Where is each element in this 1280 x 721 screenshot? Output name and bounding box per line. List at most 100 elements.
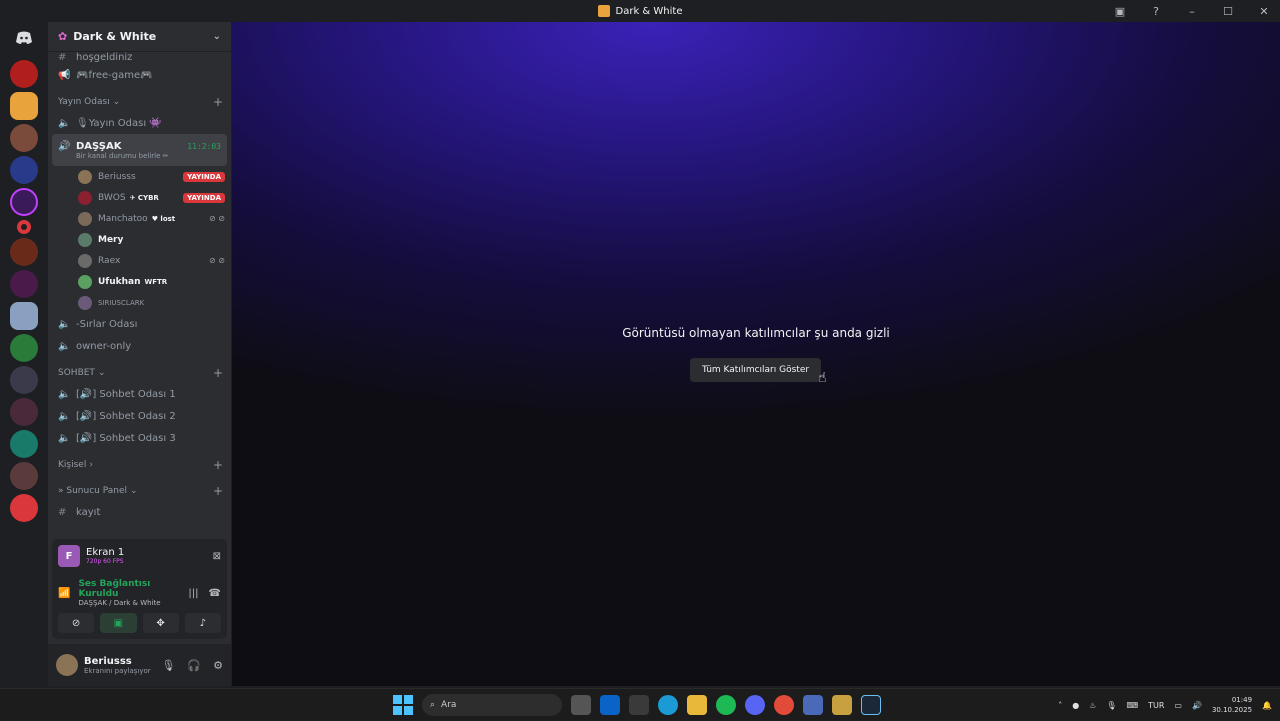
voice-channel-sohbet-2[interactable]: 🔈 [🔊] Sohbet Odası 2 <box>48 405 231 427</box>
task-view-icon[interactable] <box>571 695 591 715</box>
chevron-up-icon[interactable]: ˄ <box>1058 701 1062 710</box>
server-icon[interactable] <box>10 302 38 330</box>
file-explorer-icon[interactable] <box>687 695 707 715</box>
show-all-participants-button[interactable]: Tüm Katılımcıları Göster <box>690 358 821 382</box>
search-icon: ⌕ <box>430 700 436 710</box>
server-icon[interactable] <box>10 494 38 522</box>
channel-kayit[interactable]: # kayıt <box>48 501 231 523</box>
activities-button[interactable]: ✥ <box>142 613 179 633</box>
voice-member[interactable]: Manchatoo ♥ lost ⊘ ⊘ <box>48 208 231 229</box>
stream-preview[interactable]: F Ekran 1 720p 60 FPS ⊠ <box>58 545 221 567</box>
voice-channel-sohbet-3[interactable]: 🔈 [🔊] Sohbet Odası 3 <box>48 427 231 449</box>
add-channel-icon[interactable]: + <box>213 366 223 380</box>
discord-icon[interactable] <box>745 695 765 715</box>
store-icon[interactable] <box>629 695 649 715</box>
hidden-participants-message: Görüntüsü olmayan katılımcılar şu anda g… <box>622 326 890 340</box>
chrome-icon[interactable] <box>774 695 794 715</box>
window-controls: ▣ ? – ☐ ✕ <box>1112 0 1272 22</box>
inbox-icon[interactable]: ▣ <box>1112 5 1128 18</box>
category-sunucu-panel[interactable]: » Sunucu Panel ⌄ + <box>48 481 231 501</box>
volume-icon[interactable]: 🔊 <box>1192 701 1202 710</box>
discord-home-icon[interactable] <box>10 24 38 52</box>
soundboard-button[interactable]: ♪ <box>184 613 221 633</box>
add-channel-icon[interactable]: + <box>213 484 223 498</box>
microphone-icon[interactable]: 🎙 <box>161 659 175 672</box>
chevron-down-icon: ⌄ <box>97 368 106 378</box>
signal-icon: 📶 <box>58 587 71 599</box>
category-kisisel[interactable]: Kişisel › + <box>48 455 231 475</box>
voice-member[interactable]: Beriusss YAYINDA <box>48 166 231 187</box>
server-folder-icon[interactable] <box>10 398 38 426</box>
stop-stream-icon[interactable]: ⊠ <box>213 551 221 562</box>
voice-member[interactable]: BWOS ✈ CYBR YAYINDA <box>48 187 231 208</box>
taskbar-search[interactable]: ⌕ Ara <box>422 694 562 716</box>
edge-icon[interactable] <box>658 695 678 715</box>
server-icon[interactable] <box>10 334 38 362</box>
avatar[interactable] <box>56 654 78 676</box>
language-indicator[interactable]: TUR <box>1148 701 1164 710</box>
spotify-icon[interactable] <box>716 695 736 715</box>
add-channel-icon[interactable]: + <box>213 458 223 472</box>
server-badge-icon: ✿ <box>58 30 68 43</box>
disconnect-icon[interactable]: ☎ <box>209 588 221 599</box>
network-icon[interactable]: ▭ <box>1174 701 1182 710</box>
server-icon-active[interactable] <box>10 92 38 120</box>
channel-free-game[interactable]: 📢 🎮free-game🎮 <box>48 64 231 86</box>
voice-channel-owner[interactable]: 🔈 owner-only <box>48 335 231 357</box>
server-icon[interactable] <box>10 188 38 216</box>
gear-icon[interactable]: ⚙ <box>213 659 223 672</box>
close-button[interactable]: ✕ <box>1256 5 1272 18</box>
app-icon[interactable] <box>832 695 852 715</box>
category-sohbet[interactable]: SOHBET ⌄ + <box>48 363 231 383</box>
help-icon[interactable]: ? <box>1148 5 1164 18</box>
tray-app-icon[interactable]: ● <box>1072 701 1079 710</box>
voice-member[interactable]: Ufukhan WFTR <box>48 271 231 292</box>
speaker-icon: 🔈 <box>58 318 71 330</box>
keyboard-icon[interactable]: ⌨ <box>1127 701 1139 710</box>
server-folder-icon[interactable] <box>10 462 38 490</box>
voice-member[interactable]: Raex ⊘ ⊘ <box>48 250 231 271</box>
user-controls: 🎙 🎧 ⚙ <box>161 659 223 672</box>
windows-start-icon[interactable] <box>393 695 413 715</box>
server-icon[interactable] <box>17 220 31 234</box>
add-channel-icon[interactable]: + <box>213 95 223 109</box>
server-icon[interactable] <box>10 156 38 184</box>
voice-status[interactable]: Ses Bağlantısı Kuruldu <box>78 579 188 599</box>
voice-channel-sirlar[interactable]: 🔈 -Sırlar Odası <box>48 313 231 335</box>
clock[interactable]: 01:49 30.10.2025 <box>1212 695 1252 715</box>
server-icon[interactable] <box>10 124 38 152</box>
avatar <box>78 274 92 289</box>
maximize-button[interactable]: ☐ <box>1220 5 1236 18</box>
voice-channel-yayin[interactable]: 🔈 🎙Yayın Odası 👾 <box>48 112 231 134</box>
server-folder-icon[interactable] <box>10 366 38 394</box>
category-label: » Sunucu Panel <box>58 486 127 496</box>
channel-welcome[interactable]: # hoşgeldiniz <box>48 50 231 64</box>
steam-icon[interactable] <box>861 695 881 715</box>
server-icon[interactable] <box>10 60 38 88</box>
microphone-icon[interactable]: 🎙 <box>1106 701 1116 710</box>
app-icon[interactable] <box>803 695 823 715</box>
noise-suppression-icon[interactable]: ||| <box>188 588 198 599</box>
minimize-button[interactable]: – <box>1184 5 1200 18</box>
voice-channel-path: DAŞŞAK / Dark & White <box>78 599 161 607</box>
voice-connection: 📶 Ses Bağlantısı Kuruldu DAŞŞAK / Dark &… <box>58 579 221 607</box>
headphones-icon[interactable]: 🎧 <box>187 659 201 672</box>
voice-channel-sohbet-1[interactable]: 🔈 [🔊] Sohbet Odası 1 <box>48 383 231 405</box>
camera-off-button[interactable]: ⊘ <box>58 613 95 633</box>
server-icon[interactable] <box>10 270 38 298</box>
voice-member[interactable]: SIRIUSCLARK <box>48 292 231 313</box>
category-yayin[interactable]: Yayın Odası ⌄ + <box>48 92 231 112</box>
chevron-down-icon: ⌄ <box>212 31 221 42</box>
server-icon[interactable] <box>10 430 38 458</box>
screen-share-button[interactable]: ▣ <box>100 613 137 633</box>
voice-member[interactable]: Mery <box>48 229 231 250</box>
steam-tray-icon[interactable]: ♨ <box>1089 701 1096 710</box>
server-name: Dark & White <box>73 30 157 43</box>
outlook-icon[interactable] <box>600 695 620 715</box>
server-icon[interactable] <box>10 238 38 266</box>
system-tray: ˄ ● ♨ 🎙 ⌨ TUR ▭ 🔊 01:49 30.10.2025 🔔 <box>1058 689 1272 721</box>
notification-icon[interactable]: 🔔 <box>1262 701 1272 710</box>
server-header[interactable]: ✿ Dark & White ⌄ <box>48 22 231 52</box>
voice-channel-active[interactable]: 🔊 DAŞŞAK 11:2:03 Bir kanal durumu belirl… <box>52 134 227 166</box>
channel-status[interactable]: Bir kanal durumu belirle ✏ <box>58 152 221 160</box>
